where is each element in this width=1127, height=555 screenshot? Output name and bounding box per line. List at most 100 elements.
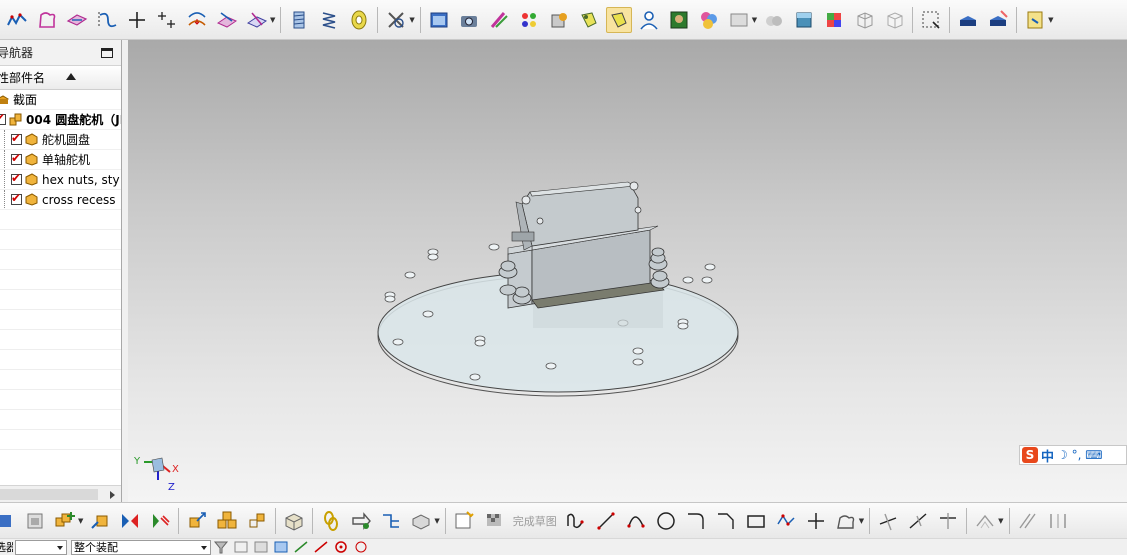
- visibility-checkbox[interactable]: [11, 171, 22, 185]
- model-scene[interactable]: [128, 40, 1127, 502]
- dropdown-arrow-icon[interactable]: ▼: [409, 16, 414, 24]
- visibility-checkbox[interactable]: [0, 111, 6, 125]
- select-face-icon[interactable]: [273, 540, 289, 554]
- ime-symbols[interactable]: ☽ °, ⌨: [1057, 448, 1103, 462]
- plane-icon[interactable]: [64, 7, 90, 33]
- solid-gray-icon[interactable]: [761, 7, 787, 33]
- new-component-icon[interactable]: [87, 508, 113, 534]
- tree-item-component[interactable]: cross recess: [0, 190, 121, 210]
- intersect-curve-icon[interactable]: [244, 7, 270, 33]
- point-set-icon[interactable]: [154, 7, 180, 33]
- camera-icon[interactable]: [456, 7, 482, 33]
- tree-item-component[interactable]: 舵机圆盘: [0, 130, 121, 150]
- maximize-icon[interactable]: [101, 47, 113, 58]
- point-icon[interactable]: [803, 508, 829, 534]
- visibility-checkbox[interactable]: [11, 191, 22, 205]
- paste-component-icon[interactable]: [22, 508, 48, 534]
- snap-endpoint-icon[interactable]: [293, 540, 309, 554]
- dropdown-arrow-icon[interactable]: ▼: [998, 517, 1003, 525]
- filter-icon[interactable]: [213, 540, 229, 554]
- column-header-part-name[interactable]: 性部件名: [0, 66, 121, 90]
- snap-midpoint-icon[interactable]: [313, 540, 329, 554]
- dimension-icon[interactable]: [1045, 508, 1071, 534]
- shaded-cube-icon[interactable]: [791, 7, 817, 33]
- select-region-icon[interactable]: [918, 7, 944, 33]
- assembly-edit-icon[interactable]: [985, 7, 1011, 33]
- array-component-icon[interactable]: [147, 508, 173, 534]
- rectangle-icon[interactable]: [743, 508, 769, 534]
- assembly-blue-icon[interactable]: [955, 7, 981, 33]
- dropdown-arrow-icon[interactable]: ▼: [78, 517, 83, 525]
- chain-icon[interactable]: [318, 508, 344, 534]
- exploded-view-icon[interactable]: [281, 508, 307, 534]
- show-constraints-icon[interactable]: [244, 508, 270, 534]
- snap-quadrant-icon[interactable]: [353, 540, 369, 554]
- profile-icon[interactable]: [563, 508, 589, 534]
- sort-ascending-icon[interactable]: [66, 73, 76, 80]
- selection-scope-dropdown[interactable]: 整个装配: [71, 539, 211, 555]
- spline-icon[interactable]: [94, 7, 120, 33]
- make-corner-icon[interactable]: [935, 508, 961, 534]
- quick-trim-icon[interactable]: [875, 508, 901, 534]
- material-palette-icon[interactable]: [516, 7, 542, 33]
- line-icon[interactable]: [593, 508, 619, 534]
- reference-set-icon[interactable]: [408, 508, 434, 534]
- arc-icon[interactable]: [623, 508, 649, 534]
- tools-icon[interactable]: [383, 7, 409, 33]
- scroll-right-icon[interactable]: [110, 491, 115, 499]
- route-tool-icon[interactable]: [348, 508, 374, 534]
- chamfer-icon[interactable]: [713, 508, 739, 534]
- tree-item-assembly-root[interactable]: 004 圆盘舵机（JI: [0, 110, 121, 130]
- face-icon[interactable]: [34, 7, 60, 33]
- type-filter-dropdown[interactable]: [15, 539, 67, 555]
- ime-toolbar[interactable]: S 中 ☽ °, ⌨: [1019, 445, 1127, 465]
- thread-icon[interactable]: [286, 7, 312, 33]
- wireframe-cube-icon[interactable]: [851, 7, 877, 33]
- render-icon[interactable]: [426, 7, 452, 33]
- select-feature-icon[interactable]: [253, 540, 269, 554]
- finish-sketch-label[interactable]: 完成草图: [513, 513, 557, 529]
- visibility-checkbox[interactable]: [11, 151, 22, 165]
- graphics-window[interactable]: Y X Z: [128, 40, 1127, 502]
- point-plus-icon[interactable]: [124, 7, 150, 33]
- add-component-icon[interactable]: [52, 508, 78, 534]
- quick-extend-icon[interactable]: [905, 508, 931, 534]
- person-icon[interactable]: [636, 7, 662, 33]
- circle-icon[interactable]: [653, 508, 679, 534]
- sketch-icon[interactable]: [451, 508, 477, 534]
- blue-part-icon[interactable]: [0, 508, 18, 534]
- visibility-checkbox[interactable]: [11, 131, 22, 145]
- offset-curve-icon[interactable]: [972, 508, 998, 534]
- move-component-icon[interactable]: [184, 508, 210, 534]
- tree-item-section[interactable]: 截面: [0, 90, 121, 110]
- colorful-cube-icon[interactable]: [821, 7, 847, 33]
- light-icon[interactable]: [576, 7, 602, 33]
- horizontal-scrollbar[interactable]: [0, 485, 121, 502]
- finish-sketch-flag-icon[interactable]: [481, 508, 507, 534]
- fillet-icon[interactable]: [683, 508, 709, 534]
- tree-item-component[interactable]: 单轴舵机: [0, 150, 121, 170]
- dropdown-arrow-icon[interactable]: ▼: [270, 16, 275, 24]
- wave-link-icon[interactable]: [378, 508, 404, 534]
- dropdown-arrow-icon[interactable]: ▼: [752, 16, 757, 24]
- select-component-icon[interactable]: [233, 540, 249, 554]
- ime-mode[interactable]: 中: [1041, 446, 1054, 465]
- document-icon[interactable]: [1022, 7, 1048, 33]
- polygon-icon[interactable]: [773, 508, 799, 534]
- studio-spline-icon[interactable]: [833, 508, 859, 534]
- washer-icon[interactable]: [346, 7, 372, 33]
- scrollbar-thumb[interactable]: [0, 489, 98, 500]
- tree-item-component[interactable]: hex nuts, sty: [0, 170, 121, 190]
- hidden-edge-cube-icon[interactable]: [881, 7, 907, 33]
- constraints-icon[interactable]: [1015, 508, 1041, 534]
- assembly-constraints-icon[interactable]: [214, 508, 240, 534]
- background-icon[interactable]: [666, 7, 692, 33]
- dropdown-arrow-icon[interactable]: ▼: [859, 517, 864, 525]
- servo-motor[interactable]: [507, 181, 665, 309]
- extract-curve-icon[interactable]: [184, 7, 210, 33]
- dropdown-arrow-icon[interactable]: ▼: [1048, 16, 1053, 24]
- spring-icon[interactable]: [316, 7, 342, 33]
- chevron-down-icon[interactable]: [57, 545, 63, 550]
- ime-logo-icon[interactable]: S: [1022, 447, 1038, 463]
- snap-center-icon[interactable]: [333, 540, 349, 554]
